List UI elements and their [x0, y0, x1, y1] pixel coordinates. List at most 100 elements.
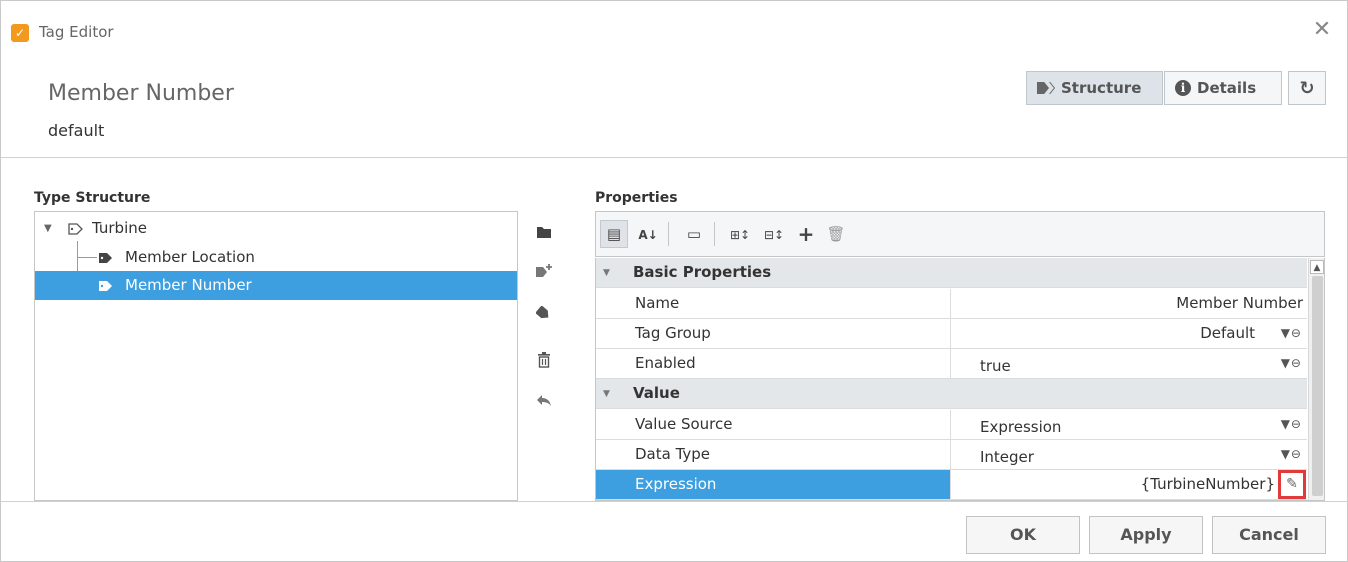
property-name-cell: Expression	[596, 470, 951, 499]
property-value-cell[interactable]: Expression ▼⊖	[952, 410, 1307, 439]
undo-icon	[537, 395, 551, 406]
window-title: Tag Editor	[39, 23, 114, 41]
cancel-button[interactable]: Cancel	[1212, 516, 1326, 554]
properties-label: Properties	[595, 190, 678, 206]
category-label: Basic Properties	[633, 263, 772, 281]
property-value: Expression	[980, 418, 1062, 436]
expand-all-button[interactable]: ⊞↕	[726, 220, 754, 248]
property-name: Enabled	[635, 354, 696, 372]
property-name: Name	[635, 294, 680, 312]
property-name-cell: Data Type	[596, 440, 951, 469]
property-name-cell: Value Source	[596, 410, 951, 439]
chevron-down-icon[interactable]: ▼	[603, 389, 610, 399]
property-value-cell[interactable]: Member Number	[952, 289, 1307, 318]
categorized-icon: ▤	[606, 225, 622, 243]
expand-all-icon: ⊞↕	[729, 228, 751, 242]
chevron-down-icon[interactable]: ▼	[44, 214, 52, 243]
tab-structure-label: Structure	[1061, 79, 1142, 97]
delete-property-button[interactable]: 🗑	[822, 220, 850, 248]
dropdown-bind-icon[interactable]: ▼⊖	[1281, 417, 1302, 431]
delete-icon: 🗑	[826, 225, 846, 243]
tab-details[interactable]: i Details	[1164, 71, 1282, 105]
refresh-button[interactable]: ↻	[1288, 71, 1326, 105]
add-tag-icon	[536, 264, 552, 277]
tree-node-member-location[interactable]: Member Location	[35, 243, 517, 272]
dropdown-bind-icon[interactable]: ▼⊖	[1281, 326, 1302, 340]
tags-icon	[535, 305, 549, 319]
property-name-cell: Tag Group	[596, 319, 951, 348]
add-property-button[interactable]: +	[792, 220, 820, 248]
property-value-cell[interactable]: Integer ▼⊖	[952, 440, 1307, 469]
collapse-all-icon: ⊟↕	[763, 228, 785, 242]
property-value-cell[interactable]: true ▼⊖	[952, 349, 1307, 378]
property-row-expression[interactable]: Expression {TurbineNumber} ✎	[596, 470, 1307, 500]
sort-az-icon: A↓	[638, 228, 658, 242]
property-name-cell: Name	[596, 289, 951, 318]
tag-name-heading: Member Number	[48, 81, 234, 106]
tags-icon	[1037, 82, 1055, 94]
add-tag-button[interactable]	[535, 263, 553, 281]
property-name: Data Type	[635, 445, 711, 463]
tree-node-turbine[interactable]: ▼ Turbine	[35, 214, 517, 243]
type-structure-tree[interactable]: ▼ Turbine Member Location Member Number	[34, 211, 518, 501]
property-row-name[interactable]: Name Member Number	[596, 289, 1307, 319]
property-name: Tag Group	[635, 324, 711, 342]
delete-button[interactable]	[535, 352, 553, 370]
info-icon: i	[1175, 80, 1191, 96]
property-grid-scrollbar[interactable]: ▲	[1308, 258, 1324, 500]
type-structure-label: Type Structure	[34, 190, 151, 206]
undo-button[interactable]	[535, 393, 553, 411]
header-divider	[1, 157, 1347, 158]
textbox-icon: ▭	[686, 225, 702, 243]
properties-toolbar: ▤ A↓ ▭ ⊞↕ ⊟↕ + 🗑	[595, 211, 1325, 257]
chevron-down-icon[interactable]: ▼	[603, 268, 610, 278]
property-name: Value Source	[635, 415, 733, 433]
property-value: Integer	[980, 448, 1034, 466]
tags-button[interactable]	[535, 305, 553, 324]
dropdown-bind-icon[interactable]: ▼⊖	[1281, 447, 1302, 461]
close-button[interactable]: ✕	[1311, 19, 1333, 41]
collapse-all-button[interactable]: ⊟↕	[760, 220, 788, 248]
tree-node-label: Turbine	[92, 219, 147, 237]
tree-node-label: Member Number	[125, 276, 252, 294]
tab-structure[interactable]: Structure	[1026, 71, 1163, 105]
title-bar: ✓ Tag Editor ✕	[1, 1, 1347, 65]
tab-details-label: Details	[1197, 79, 1257, 97]
sort-az-button[interactable]: A↓	[634, 220, 662, 248]
edit-expression-button[interactable]: ✎	[1278, 470, 1306, 499]
property-value: Member Number	[1176, 294, 1303, 312]
tag-provider-label: default	[48, 121, 105, 140]
refresh-icon: ↻	[1299, 77, 1315, 99]
property-row-enabled[interactable]: Enabled true ▼⊖	[596, 349, 1307, 379]
category-value[interactable]: ▼ Value	[596, 379, 1307, 409]
property-value-cell[interactable]: {TurbineNumber} ✎	[952, 470, 1307, 499]
property-value-cell[interactable]: Default ▼⊖	[952, 319, 1307, 348]
ok-button[interactable]: OK	[966, 516, 1080, 554]
scroll-thumb[interactable]	[1312, 276, 1323, 496]
property-name-cell: Enabled	[596, 349, 951, 378]
tag-icon	[99, 253, 112, 263]
toolbar-separator	[668, 222, 669, 246]
property-row-tag-group[interactable]: Tag Group Default ▼⊖	[596, 319, 1307, 349]
categorized-view-button[interactable]: ▤	[600, 220, 628, 248]
scroll-up-arrow-icon[interactable]: ▲	[1310, 260, 1324, 274]
pencil-icon: ✎	[1286, 476, 1298, 492]
ignition-tag-editor-icon: ✓	[11, 24, 29, 42]
tag-editor-window: ✓ Tag Editor ✕ Member Number default Str…	[0, 0, 1348, 562]
category-basic-properties[interactable]: ▼ Basic Properties	[596, 258, 1307, 288]
footer-divider	[1, 501, 1347, 502]
property-grid: ▼ Basic Properties Name Member Number Ta…	[595, 258, 1325, 501]
tree-node-label: Member Location	[125, 248, 255, 266]
tree-node-member-number[interactable]: Member Number	[35, 271, 517, 300]
property-row-data-type[interactable]: Data Type Integer ▼⊖	[596, 440, 1307, 470]
category-label: Value	[633, 384, 680, 402]
textbox-button[interactable]: ▭	[680, 220, 708, 248]
apply-button[interactable]: Apply	[1089, 516, 1203, 554]
property-value: {TurbineNumber}	[1140, 475, 1275, 493]
property-row-value-source[interactable]: Value Source Expression ▼⊖	[596, 410, 1307, 440]
delete-icon	[538, 352, 550, 368]
new-folder-button[interactable]	[535, 225, 553, 243]
dropdown-bind-icon[interactable]: ▼⊖	[1281, 356, 1302, 370]
editor-header: Member Number default Structure i Detail…	[1, 65, 1347, 157]
tag-icon	[99, 281, 112, 291]
